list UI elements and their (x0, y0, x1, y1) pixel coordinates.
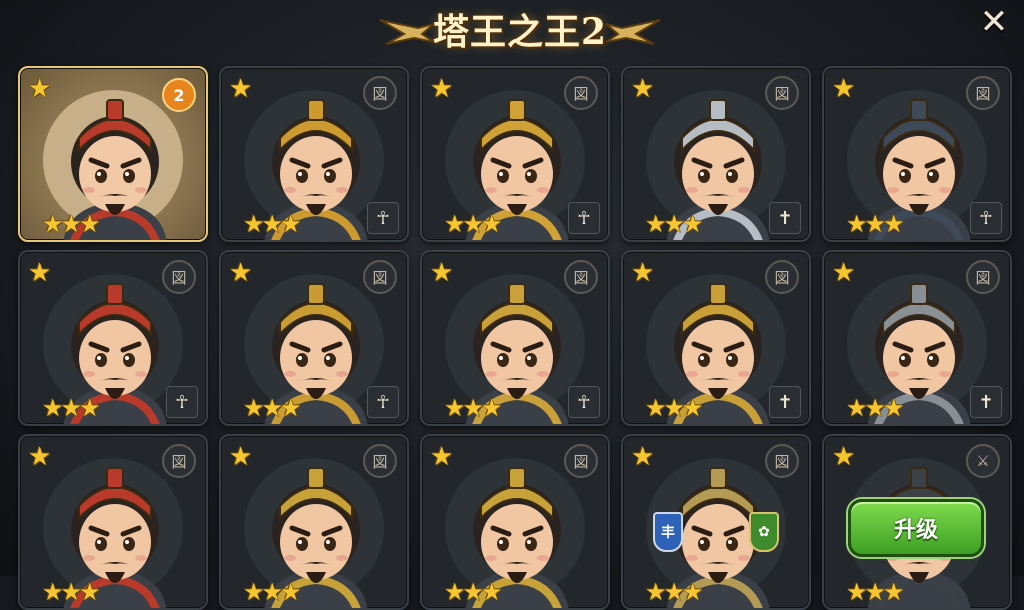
hero-card-r1c4[interactable]: ★ 図 ★★★ ✝ (621, 66, 811, 242)
star-icon: ★ (832, 258, 856, 288)
class-icon: ☥ (970, 202, 1002, 234)
hero-card-r3c1[interactable]: ★ 図 ★★★ (18, 434, 208, 610)
star-rating: ★★★ (243, 210, 302, 238)
hero-card-r2c1[interactable]: ★ 図 ★★★ ☥ (18, 250, 208, 426)
star-icon: ★ (28, 74, 52, 104)
faction-seal-icon: 図 (765, 76, 799, 110)
faction-seal-icon: 図 (966, 260, 1000, 294)
faction-seal-icon: 図 (162, 260, 196, 294)
star-rating: ★★★ (42, 578, 101, 606)
class-icon: ☥ (166, 386, 198, 418)
faction-seal-icon: 図 (363, 444, 397, 478)
star-icon: ★ (28, 442, 52, 472)
hero-card-r1c2[interactable]: ★ 図 ★★★ ☥ (219, 66, 409, 242)
star-rating: ★★★ (846, 210, 905, 238)
hero-card-r2c5[interactable]: ★ 図 ★★★ ✝ (822, 250, 1012, 426)
class-icon: ☥ (568, 386, 600, 418)
star-icon: ★ (229, 258, 253, 288)
left-wing-ornament (379, 19, 435, 45)
close-icon: ✕ (979, 2, 1009, 42)
faction-seal-icon: 図 (966, 76, 1000, 110)
star-rating: ★★★ (444, 210, 503, 238)
star-icon: ★ (430, 74, 454, 104)
class-icon: ☥ (568, 202, 600, 234)
faction-seal-icon: 図 (765, 260, 799, 294)
star-icon: ★ (229, 442, 253, 472)
star-rating: ★★★ (645, 394, 704, 422)
green-shield-icon: ✿ (749, 512, 779, 552)
hero-card-r3c2[interactable]: ★ 図 ★★★ (219, 434, 409, 610)
star-rating: ★★★ (645, 210, 704, 238)
faction-seal-icon: 図 (363, 76, 397, 110)
star-icon: ★ (631, 258, 655, 288)
upgrade-button-label: 升级 (893, 518, 938, 543)
star-rating: ★★★ (846, 394, 905, 422)
class-icon: ☥ (367, 386, 399, 418)
star-icon: ★ (832, 74, 856, 104)
class-icon: ✝ (769, 202, 801, 234)
star-icon: ★ (430, 258, 454, 288)
star-rating: ★★★ (42, 394, 101, 422)
hero-card-r3c3[interactable]: ★ 図 ★★★ (420, 434, 610, 610)
faction-seal-icon: ⚔ (966, 444, 1000, 478)
faction-seal-icon: 図 (564, 260, 598, 294)
close-button[interactable]: ✕ (975, 2, 1013, 42)
star-icon: ★ (229, 74, 253, 104)
class-icon: ☥ (367, 202, 399, 234)
faction-seal-icon: 図 (564, 76, 598, 110)
star-rating: ★★★ (444, 578, 503, 606)
hero-card-r1c3[interactable]: ★ 図 ★★★ ☥ (420, 66, 610, 242)
star-rating: ★★★ (645, 578, 704, 606)
star-rating: ★★★ (243, 394, 302, 422)
class-icon: ✝ (769, 386, 801, 418)
hero-card-r1c5[interactable]: ★ 図 ★★★ ☥ (822, 66, 1012, 242)
star-icon: ★ (631, 442, 655, 472)
title-banner: 塔王之王2 (379, 4, 661, 54)
blue-shield-icon: 丰 (653, 512, 683, 552)
class-icon: ✝ (970, 386, 1002, 418)
star-icon: ★ (631, 74, 655, 104)
star-icon: ★ (832, 442, 856, 472)
faction-seal-icon: 図 (564, 444, 598, 478)
star-rating: ★★★ (846, 578, 905, 606)
hero-card-r1c1[interactable]: ★ 2 ★★★ (18, 66, 208, 242)
star-rating: ★★★ (42, 210, 101, 238)
upgrade-button[interactable]: 升级 (848, 499, 984, 557)
hero-card-r3c4[interactable]: ★ 図 ★★★ 丰 ✿ (621, 434, 811, 610)
level-badge: 2 (162, 78, 196, 112)
star-rating: ★★★ (243, 578, 302, 606)
star-icon: ★ (430, 442, 454, 472)
right-wing-ornament (605, 19, 661, 45)
star-rating: ★★★ (444, 394, 503, 422)
hero-card-r2c4[interactable]: ★ 図 ★★★ ✝ (621, 250, 811, 426)
faction-seal-icon: 図 (363, 260, 397, 294)
hero-card-r2c2[interactable]: ★ 図 ★★★ ☥ (219, 250, 409, 426)
page-title: 塔王之王2 (432, 11, 608, 53)
faction-seal-icon: 図 (162, 444, 196, 478)
star-icon: ★ (28, 258, 52, 288)
hero-card-r2c3[interactable]: ★ 図 ★★★ ☥ (420, 250, 610, 426)
faction-seal-icon: 図 (765, 444, 799, 478)
